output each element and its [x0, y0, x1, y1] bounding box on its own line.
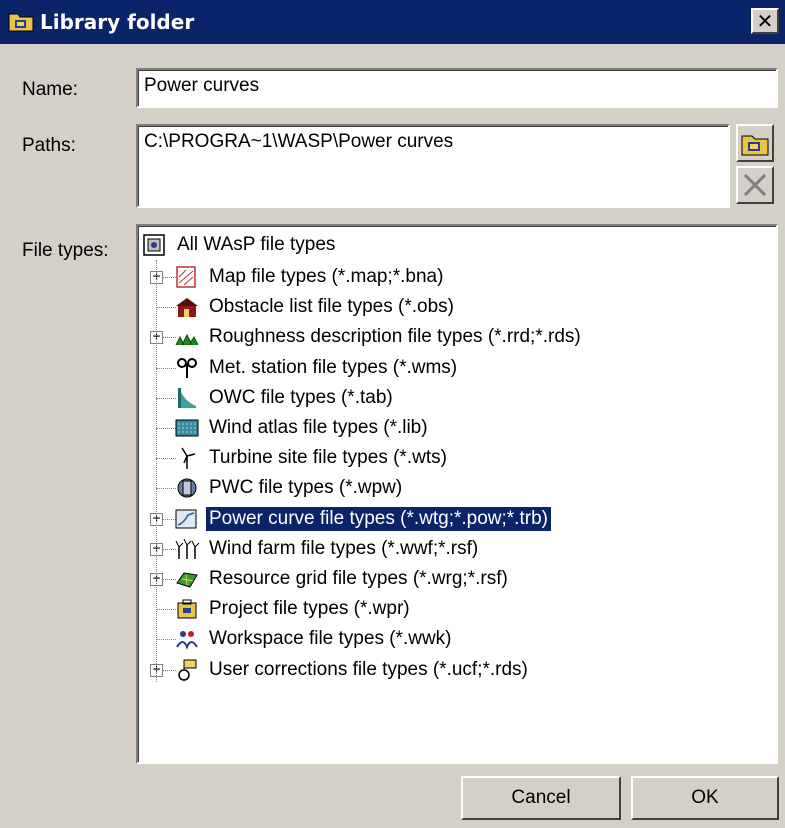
delete-path-button[interactable] — [736, 166, 774, 204]
tree-item[interactable]: User corrections file types (*.ucf;*.rds… — [174, 655, 531, 685]
met-station-icon — [177, 357, 197, 378]
filetypes-label: File types: — [22, 240, 109, 261]
delete-icon — [743, 173, 767, 197]
user-corrections-icon — [178, 659, 197, 681]
tree-item[interactable]: Map file types (*.map;*.bna) — [174, 262, 446, 292]
tree-item-label: Wind atlas file types (*.lib) — [209, 417, 428, 438]
pwc-icon — [177, 478, 197, 498]
all-filetypes-icon — [143, 234, 165, 256]
tree-item[interactable]: Obstacle list file types (*.obs) — [174, 292, 457, 322]
turbine-site-icon — [181, 447, 196, 470]
tree-root-label: All WAsP file types — [177, 234, 336, 255]
tree-item[interactable]: Project file types (*.wpr) — [174, 594, 413, 624]
tree-item[interactable]: Power curve file types (*.wtg;*.pow;*.tr… — [174, 504, 552, 534]
tree-connector — [156, 488, 176, 490]
tree-item[interactable]: OWC file types (*.tab) — [174, 383, 396, 413]
browse-folder-button[interactable] — [736, 124, 774, 162]
name-field[interactable]: Power curves — [136, 68, 778, 108]
title-bar: Library folder ✕ — [0, 0, 785, 44]
resource-grid-icon — [176, 572, 198, 588]
tree-item[interactable]: Workspace file types (*.wwk) — [174, 624, 455, 654]
tree-connector — [156, 458, 176, 460]
tree-connector — [156, 428, 176, 429]
folder-icon — [8, 13, 34, 32]
tree-item-label: PWC file types (*.wpw) — [209, 477, 403, 499]
tree-item-label: Obstacle list file types (*.obs) — [209, 296, 454, 318]
tree-connector — [156, 397, 176, 399]
workspace-icon — [176, 631, 198, 651]
tree-connector — [156, 307, 176, 309]
tree-item[interactable]: Met. station file types (*.wms) — [174, 353, 460, 383]
wind-atlas-icon — [175, 419, 199, 437]
project-icon — [177, 599, 197, 619]
close-button[interactable]: ✕ — [751, 8, 779, 34]
tree-connector — [156, 609, 176, 611]
window-title: Library folder — [40, 10, 195, 34]
name-label: Name: — [22, 79, 78, 100]
tree-item-label: Roughness description file types (*.rrd;… — [209, 326, 581, 348]
tree-item[interactable]: Wind atlas file types (*.lib) — [174, 413, 431, 443]
tree-item[interactable]: Roughness description file types (*.rrd;… — [174, 322, 584, 352]
tree-item-label: Turbine site file types (*.wts) — [209, 447, 447, 469]
tree-item-label: Met. station file types (*.wms) — [209, 356, 458, 378]
wind-farm-icon — [175, 538, 200, 559]
tree-item[interactable]: Wind farm file types (*.wwf;*.rsf) — [174, 534, 481, 564]
tree-item-label: Map file types (*.map;*.bna) — [209, 266, 444, 287]
paths-field[interactable]: C:\PROGRA~1\WASP\Power curves — [136, 124, 730, 208]
tree-item-label: Workspace file types (*.wwk) — [209, 628, 452, 650]
name-field-value: Power curves — [144, 75, 260, 96]
owc-icon — [178, 387, 196, 408]
ok-button[interactable]: OK — [631, 776, 779, 820]
tree-item-label: Resource grid file types (*.wrg;*.rsf) — [209, 568, 508, 589]
paths-field-value: C:\PROGRA~1\WASP\Power curves — [144, 131, 454, 152]
tree-root-item[interactable]: All WAsP file types — [142, 230, 338, 260]
tree-item-label: Wind farm file types (*.wwf;*.rsf) — [209, 537, 479, 559]
cancel-button[interactable]: Cancel — [461, 776, 621, 820]
tree-item-label: Power curve file types (*.wtg;*.pow;*.tr… — [205, 505, 552, 532]
map-icon — [176, 266, 196, 288]
paths-label: Paths: — [22, 135, 76, 156]
tree-item-label: Project file types (*.wpr) — [209, 598, 410, 620]
tree-connector — [156, 367, 176, 369]
tree-item-label: User corrections file types (*.ucf;*.rds… — [209, 658, 528, 680]
tree-item-label: OWC file types (*.tab) — [209, 386, 393, 408]
open-folder-icon — [741, 135, 769, 156]
tree-item[interactable]: Turbine site file types (*.wts) — [174, 443, 450, 473]
power-curve-icon — [175, 509, 197, 529]
tree-item[interactable]: Resource grid file types (*.wrg;*.rsf) — [174, 564, 511, 594]
filetypes-tree[interactable]: All WAsP file types + Map file types (*.m… — [136, 224, 778, 764]
tree-connector — [156, 260, 157, 682]
tree-connector — [156, 639, 176, 641]
obstacle-icon — [176, 298, 198, 318]
roughness-icon — [175, 334, 199, 346]
tree-item[interactable]: PWC file types (*.wpw) — [174, 473, 405, 503]
